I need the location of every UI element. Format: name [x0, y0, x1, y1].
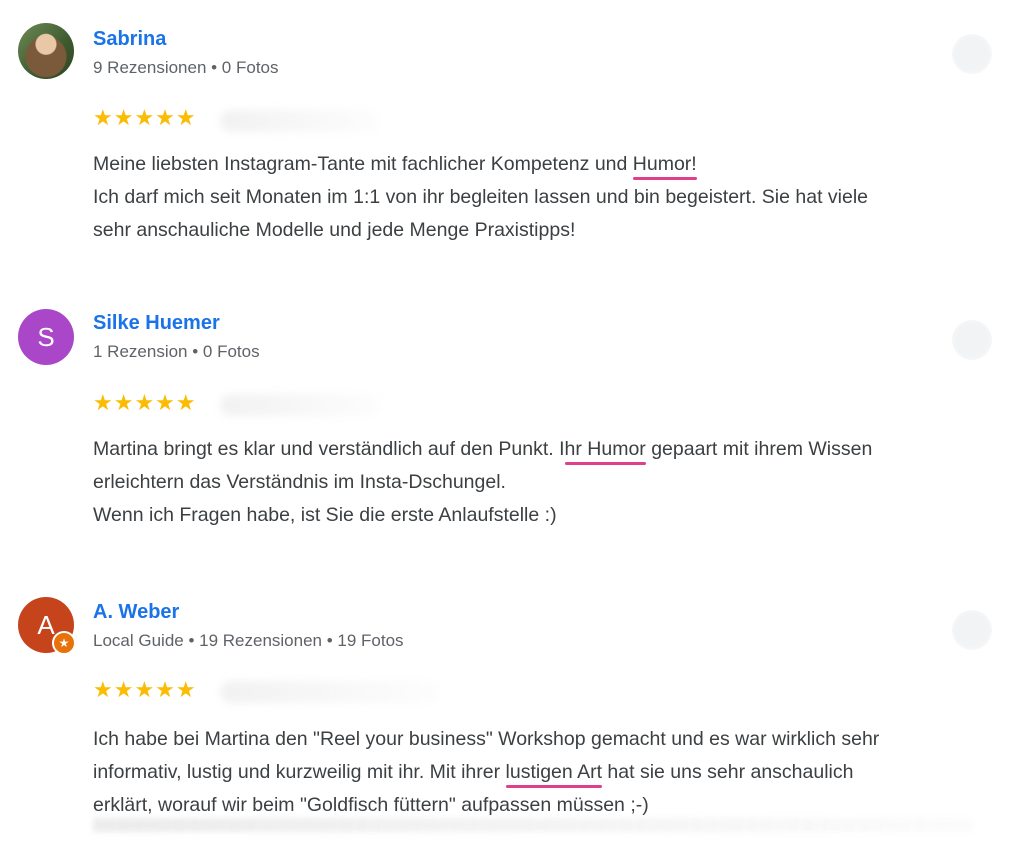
avatar-initial: S	[37, 321, 55, 352]
more-options-button[interactable]	[952, 610, 992, 650]
review-text: Ich habe bei Martina den "Reel your busi…	[93, 723, 1003, 822]
review-text-line: Meine liebsten Instagram-Tante mit fachl…	[93, 153, 697, 175]
reviewer-meta: 9 Rezensionen • 0 Fotos	[93, 58, 279, 77]
more-options-button[interactable]	[952, 34, 992, 74]
review-text-line: sehr anschauliche Modelle und jede Menge…	[93, 219, 576, 241]
review-text-line: Martina bringt es klar und verständlich …	[93, 438, 873, 460]
avatar[interactable]: S	[18, 309, 74, 365]
review-text: Martina bringt es klar und verständlich …	[93, 433, 1003, 532]
review-text-line: Ich darf mich seit Monaten im 1:1 von ih…	[93, 186, 869, 208]
review-date	[220, 394, 380, 416]
review-date	[220, 110, 380, 132]
review-text-line: informativ, lustig und kurzweilig mit ih…	[93, 761, 854, 783]
review-text-line: Wenn ich Fragen habe, ist Sie die erste …	[93, 504, 557, 526]
avatar[interactable]	[18, 23, 74, 79]
faded-text-line	[93, 818, 973, 832]
highlighted-phrase: hr Humor	[564, 438, 646, 460]
star-rating: ★★★★★	[93, 677, 197, 702]
review-text-line: erleichtern das Verständnis im Insta-Dsc…	[93, 471, 506, 493]
reviewer-name[interactable]: Sabrina	[93, 28, 166, 51]
review-text-line: Ich habe bei Martina den "Reel your busi…	[93, 728, 880, 750]
reviewer-name[interactable]: A. Weber	[93, 601, 179, 624]
more-options-button[interactable]	[952, 320, 992, 360]
highlighted-phrase: Humor!	[632, 153, 697, 175]
local-guide-badge-icon: ★	[52, 631, 76, 655]
star-rating: ★★★★★	[93, 390, 197, 415]
review-date	[220, 681, 440, 703]
highlighted-phrase: lustigen Art	[505, 761, 602, 783]
reviewer-name[interactable]: Silke Huemer	[93, 312, 220, 335]
reviewer-meta: Local Guide • 19 Rezensionen • 19 Fotos	[93, 631, 404, 650]
avatar[interactable]: A ★	[18, 597, 76, 655]
reviewer-meta: 1 Rezension • 0 Fotos	[93, 342, 260, 361]
review-text: Meine liebsten Instagram-Tante mit fachl…	[93, 148, 1003, 247]
star-rating: ★★★★★	[93, 105, 197, 130]
avatar-initial: A	[37, 609, 55, 640]
